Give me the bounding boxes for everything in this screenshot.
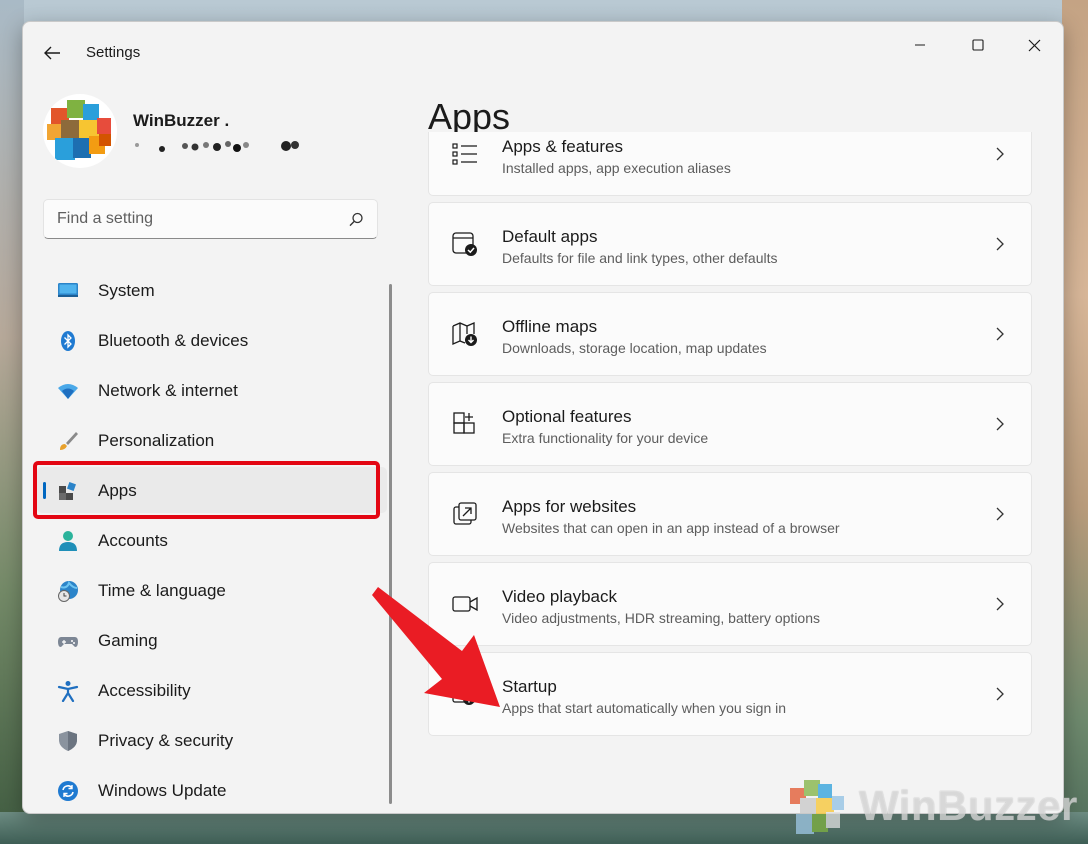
sidebar-item-label: Time & language [98,581,226,600]
back-button[interactable] [37,40,67,66]
back-arrow-icon [44,46,60,60]
avatar [43,94,117,168]
sidebar-item-network[interactable]: Network & internet [37,367,387,413]
sidebar-item-label: Gaming [98,631,158,650]
search-box [43,199,378,239]
accessibility-icon [57,681,79,702]
map-download-icon [452,322,477,346]
sidebar-item-bluetooth[interactable]: Bluetooth & devices [37,317,387,363]
apps-icon [59,482,76,500]
chevron-right-icon [996,147,1004,161]
monitor-icon [58,283,78,297]
search-icon[interactable] [347,211,365,229]
window-title: Settings [86,44,141,61]
card-subtitle: Websites that can open in an app instead… [502,520,840,536]
grid-add-icon [453,412,475,434]
desktop-background-left [0,0,24,844]
card-title: Video playback [502,587,617,606]
default-apps-icon [452,232,477,256]
card-default-apps[interactable]: Default apps Defaults for file and link … [428,202,1032,286]
bluetooth-icon [61,331,75,351]
watermark-text: WinBuzzer [859,782,1078,829]
profile-name: WinBuzzer . [133,111,230,130]
settings-window: Settings WinBuzzer . Find a setting Syst… [22,21,1064,814]
sidebar-item-label: Accessibility [98,681,191,700]
sidebar-nav: System Bluetooth & devices Network & int… [37,267,387,813]
title-bar: Settings [23,22,1063,82]
sidebar-item-accounts[interactable]: Accounts [37,517,387,563]
card-subtitle: Extra functionality for your device [502,430,709,446]
chevron-right-icon [996,597,1004,611]
sidebar-item-label: Windows Update [98,781,227,800]
card-subtitle: Installed apps, app execution aliases [502,160,731,176]
search-input[interactable] [44,200,344,238]
card-title: Apps & features [502,137,623,156]
sidebar-item-label: Personalization [98,431,215,450]
sidebar-item-label: System [98,281,155,300]
sidebar-item-label: Apps [98,481,137,500]
card-subtitle: Video adjustments, HDR streaming, batter… [502,610,821,626]
user-profile[interactable]: WinBuzzer . [43,94,403,170]
selection-indicator [43,482,46,499]
card-subtitle: Downloads, storage location, map updates [502,340,767,356]
card-apps-features[interactable]: Apps & features Installed apps, app exec… [428,132,1032,196]
list-icon [452,143,477,165]
video-icon [452,596,478,612]
redacted-email-scribble [135,141,299,152]
winbuzzer-cubes-logo [790,780,844,834]
close-icon [1028,39,1040,51]
card-startup[interactable]: Startup Apps that start automatically wh… [428,652,1032,736]
card-subtitle: Defaults for file and link types, other … [502,250,778,266]
gamepad-icon [58,637,78,647]
sidebar-item-gaming[interactable]: Gaming [37,617,387,663]
sidebar-item-label: Network & internet [98,381,238,400]
minimize-icon [915,44,925,46]
winbuzzer-cubes-logo [47,100,111,160]
card-optional-features[interactable]: Optional features Extra functionality fo… [428,382,1032,466]
maximize-button[interactable] [955,30,1001,60]
sidebar-item-accessibility[interactable]: Accessibility [37,667,387,713]
globe-clock-icon [58,580,78,602]
maximize-icon [972,39,984,51]
sidebar-item-apps[interactable]: Apps [37,467,387,513]
card-title: Apps for websites [502,497,637,516]
open-in-app-icon [453,502,477,525]
card-title: Default apps [502,227,598,246]
card-video-playback[interactable]: Video playback Video adjustments, HDR st… [428,562,1032,646]
sidebar-item-system[interactable]: System [37,267,387,313]
close-button[interactable] [1011,30,1057,60]
shield-icon [59,731,77,751]
card-title: Offline maps [502,317,598,336]
brush-icon [60,432,78,450]
chevron-right-icon [996,417,1004,431]
desktop-background-right [1062,0,1088,844]
sidebar-item-label: Bluetooth & devices [98,331,249,350]
card-offline-maps[interactable]: Offline maps Downloads, storage location… [428,292,1032,376]
sidebar-item-privacy-security[interactable]: Privacy & security [37,717,387,763]
update-icon [58,781,78,801]
wifi-icon [58,384,78,399]
startup-icon [452,684,476,705]
chevron-right-icon [996,327,1004,341]
sidebar-item-time-language[interactable]: Time & language [37,567,387,613]
card-title: Startup [502,677,557,696]
sidebar-item-label: Privacy & security [98,731,234,750]
sidebar-item-personalization[interactable]: Personalization [37,417,387,463]
minimize-button[interactable] [897,30,943,60]
chevron-right-icon [996,237,1004,251]
apps-settings-list: Apps & features Installed apps, app exec… [428,132,1032,813]
chevron-right-icon [996,507,1004,521]
person-icon [59,531,77,551]
sidebar-item-label: Accounts [98,531,168,550]
chevron-right-icon [996,687,1004,701]
sidebar-item-windows-update[interactable]: Windows Update [37,767,387,813]
card-subtitle: Apps that start automatically when you s… [502,700,787,716]
sidebar-scrollbar[interactable] [389,284,392,804]
card-apps-for-websites[interactable]: Apps for websites Websites that can open… [428,472,1032,556]
card-title: Optional features [502,407,632,426]
winbuzzer-watermark: WinBuzzer [784,774,1084,838]
